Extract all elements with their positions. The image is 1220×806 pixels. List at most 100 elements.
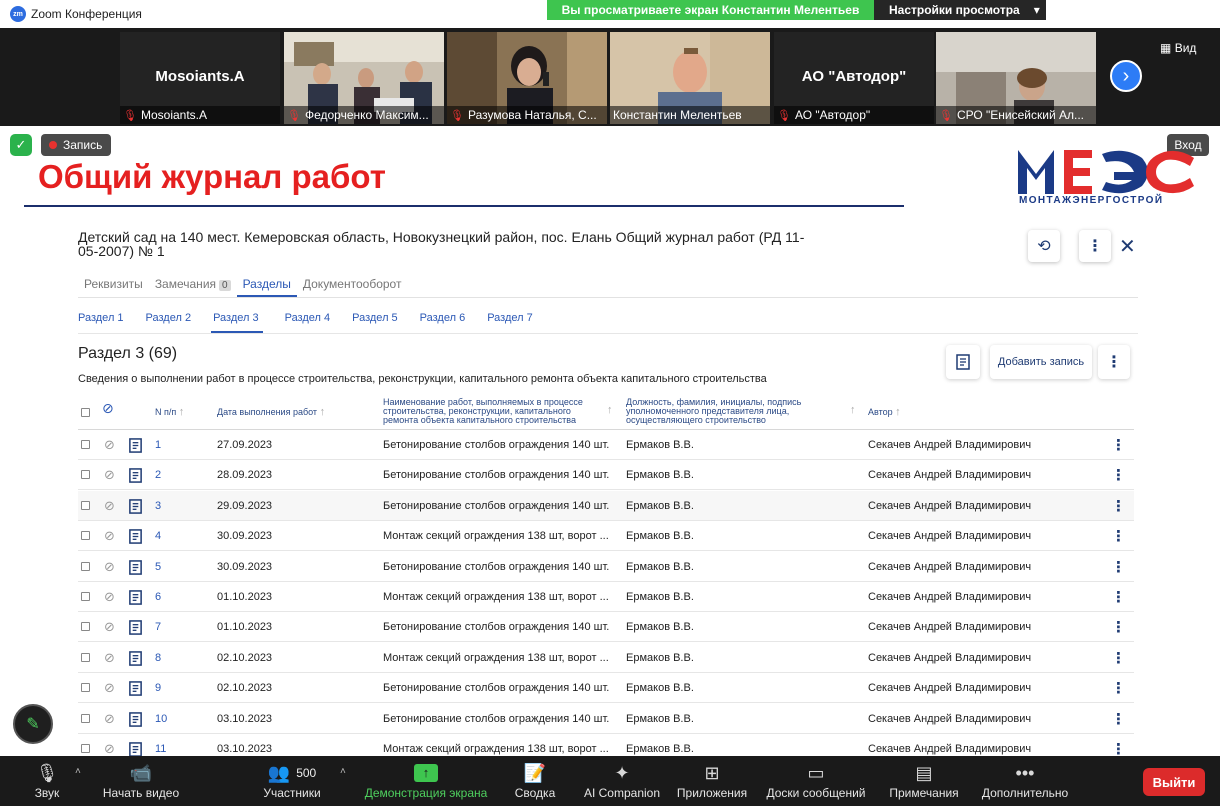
row-checkbox[interactable] — [81, 652, 90, 662]
attachment-icon[interactable]: ⊘ — [104, 741, 115, 756]
section-tab[interactable]: Раздел 1 — [78, 304, 124, 333]
attachment-icon[interactable]: ⊘ — [104, 650, 115, 666]
document-icon[interactable] — [128, 681, 143, 696]
attachment-icon[interactable]: ⊘ — [104, 711, 115, 727]
section-more-button[interactable]: ⋮ — [1098, 345, 1130, 379]
row-menu-icon[interactable]: ⋮ — [1111, 649, 1126, 667]
audio-button[interactable]: 🎙 Звук — [30, 760, 64, 801]
row-menu-icon[interactable]: ⋮ — [1111, 710, 1126, 728]
table-row[interactable]: ⊘ 10 03.10.2023 Бетонирование столбов ограж… — [78, 704, 1134, 734]
row-menu-icon[interactable]: ⋮ — [1111, 497, 1126, 515]
row-checkbox[interactable] — [81, 683, 90, 693]
document-button[interactable] — [946, 345, 980, 379]
participant-tile[interactable]: АО "Автодор" 🎙 АО "Автодор" — [774, 32, 934, 124]
row-number[interactable]: 5 — [155, 561, 161, 573]
close-icon[interactable]: ✕ — [1119, 234, 1136, 259]
row-number[interactable]: 1 — [155, 439, 161, 451]
table-row[interactable]: ⊘ 9 02.10.2023 Бетонирование столбов огражд… — [78, 673, 1134, 704]
table-row[interactable]: ⊘ 1 27.09.2023 Бетонирование столбов огражд… — [78, 430, 1134, 460]
table-row[interactable]: ⊘ 5 30.09.2023 Бетонирование столбов огражд… — [78, 552, 1134, 582]
view-settings-button[interactable]: Настройки просмотра ▾ — [874, 0, 1046, 20]
row-menu-icon[interactable]: ⋮ — [1111, 466, 1126, 484]
history-button[interactable]: ⟲ — [1028, 230, 1060, 262]
participant-tile[interactable]: 🎙 СРО "Енисейский Ал... — [936, 32, 1096, 124]
add-record-button[interactable]: Добавить запись — [990, 345, 1092, 379]
row-menu-icon[interactable]: ⋮ — [1111, 618, 1126, 636]
table-row[interactable]: ⊘ 4 30.09.2023 Монтаж секций ограждения 138… — [78, 521, 1134, 552]
row-number[interactable]: 9 — [155, 682, 161, 694]
row-checkbox[interactable] — [81, 622, 90, 632]
row-menu-icon[interactable]: ⋮ — [1111, 740, 1126, 756]
row-menu-icon[interactable]: ⋮ — [1111, 679, 1126, 697]
row-number[interactable]: 11 — [155, 743, 166, 755]
annotate-pen-button[interactable]: ✎ — [13, 704, 53, 744]
row-checkbox[interactable] — [81, 531, 90, 541]
row-number[interactable]: 3 — [155, 500, 161, 512]
attachment-icon[interactable]: ⊘ — [104, 589, 115, 605]
attachment-icon[interactable]: ⊘ — [104, 680, 115, 696]
document-icon[interactable] — [128, 590, 143, 605]
row-checkbox[interactable] — [81, 500, 90, 510]
row-checkbox[interactable] — [81, 592, 90, 601]
document-icon[interactable] — [128, 650, 143, 666]
participant-tile-active-speaker[interactable]: Константин Мелентьев — [610, 32, 770, 124]
participants-button[interactable]: 👥 500 Участники — [258, 760, 326, 801]
tab-requisites[interactable]: Реквизиты — [78, 268, 149, 297]
recording-indicator[interactable]: Запись — [41, 134, 111, 156]
attachment-icon[interactable]: ⊘ — [104, 559, 115, 575]
document-icon[interactable] — [128, 468, 143, 484]
table-row[interactable]: ⊘ 8 02.10.2023 Монтаж секций ограждения 138… — [78, 643, 1134, 673]
tab-remarks[interactable]: Замечания 0 — [149, 268, 237, 297]
document-icon[interactable] — [128, 559, 143, 575]
participant-tile[interactable]: 🎙 Федорченко Максим... — [284, 32, 444, 124]
row-number[interactable]: 7 — [155, 621, 161, 633]
row-number[interactable]: 6 — [155, 591, 161, 603]
row-number[interactable]: 10 — [155, 713, 167, 725]
col-work[interactable]: Наименование работ, выполняемых в процес… — [383, 398, 605, 425]
row-number[interactable]: 2 — [155, 469, 161, 481]
more-options-button[interactable]: ⋮ — [1079, 230, 1111, 262]
tab-docflow[interactable]: Документооборот — [297, 268, 408, 297]
attachment-icon[interactable]: ⊘ — [104, 467, 115, 483]
col-person[interactable]: Должность, фамилия, инициалы, подпись уп… — [626, 398, 848, 425]
document-icon[interactable] — [128, 711, 143, 727]
section-tab[interactable]: Раздел 5 — [352, 304, 398, 333]
row-checkbox[interactable] — [81, 470, 90, 480]
chevron-up-icon[interactable]: ˄ — [340, 766, 346, 777]
participant-tile[interactable]: Mosoiants.A 🎙 Mosoiants.A — [120, 32, 280, 124]
sort-arrow-icon[interactable]: ↑ — [607, 405, 613, 416]
document-icon[interactable] — [128, 620, 143, 636]
col-author[interactable]: Автор ↑ — [868, 407, 901, 418]
start-video-button[interactable]: 📹 Начать видео — [98, 760, 184, 801]
row-number[interactable]: 4 — [155, 530, 161, 542]
section-tab[interactable]: Раздел 6 — [420, 304, 466, 333]
table-row[interactable]: ⊘ 11 03.10.2023 Монтаж секций ограждения 13… — [78, 734, 1134, 756]
row-menu-icon[interactable]: ⋮ — [1111, 588, 1126, 606]
document-icon[interactable] — [128, 438, 143, 453]
document-icon[interactable] — [128, 498, 143, 514]
tab-sections[interactable]: Разделы — [236, 268, 297, 297]
select-all-checkbox[interactable] — [81, 408, 90, 417]
table-row[interactable]: ⊘ 3 29.09.2023 Бетонирование столбов огражд… — [78, 490, 1134, 521]
table-row[interactable]: ⊘ 2 28.09.2023 Бетонирование столбов огражд… — [78, 460, 1134, 491]
row-menu-icon[interactable]: ⋮ — [1111, 436, 1126, 454]
section-tab[interactable]: Раздел 2 — [146, 304, 192, 333]
document-icon[interactable] — [128, 742, 143, 756]
notes-button[interactable]: ▤ Примечания — [886, 760, 962, 801]
security-shield-icon[interactable]: ✓ — [10, 134, 32, 156]
attachment-icon[interactable]: ⊘ — [104, 498, 115, 514]
leave-button[interactable]: Выйти — [1143, 768, 1205, 796]
section-tab[interactable]: Раздел 4 — [285, 304, 331, 333]
attachment-icon[interactable]: ⊘ — [104, 437, 115, 453]
col-num[interactable]: N п/п ↑ — [155, 407, 184, 418]
row-number[interactable]: 8 — [155, 652, 161, 664]
table-row[interactable]: ⊘ 7 01.10.2023 Бетонирование столбов огражд… — [78, 612, 1134, 643]
table-row[interactable]: ⊘ 6 01.10.2023 Монтаж секций ограждения 138… — [78, 582, 1134, 612]
more-button[interactable]: ••• Дополнительно — [978, 760, 1072, 801]
sort-arrow-icon[interactable]: ↑ — [850, 405, 856, 416]
row-menu-icon[interactable]: ⋮ — [1111, 527, 1126, 545]
attachment-icon[interactable]: ⊘ — [104, 528, 115, 544]
row-checkbox[interactable] — [81, 440, 90, 449]
ai-companion-button[interactable]: ✦ AI Companion — [580, 760, 664, 801]
section-tab-active[interactable]: Раздел 3 — [211, 304, 263, 333]
